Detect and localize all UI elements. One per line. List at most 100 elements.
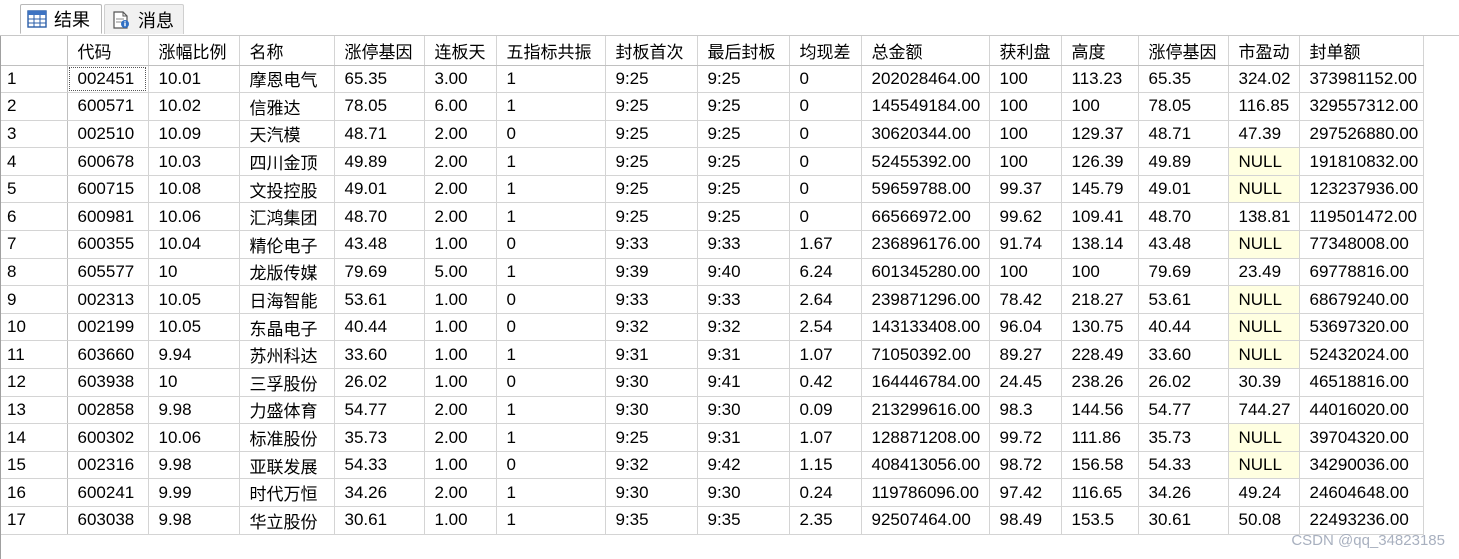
results-grid[interactable]: 代码 涨幅比例 名称 涨停基因 连板天 五指标共振 封板首次 最后封板 均现差 总金额 获利盘 高度涨…: [1, 36, 1424, 535]
grid-cell[interactable]: 9:25: [605, 423, 698, 452]
grid-cell[interactable]: 54.77: [1138, 396, 1229, 425]
grid-cell[interactable]: 605577: [67, 258, 149, 287]
row-number[interactable]: 5: [1, 175, 68, 204]
grid-cell[interactable]: 119786096.00: [861, 478, 990, 507]
grid-cell[interactable]: 002316: [67, 451, 149, 480]
table-row[interactable]: 11 603660 9.94 苏州科达 33.60 1.00 1 9:31 9:31 1.07 71…: [1, 340, 1424, 370]
table-row[interactable]: 6 600981 10.06 汇鸿集团 48.70 2.00 1 9:25 9:25 0 66566…: [1, 202, 1424, 232]
grid-cell[interactable]: 600355: [67, 230, 149, 259]
row-number[interactable]: 12: [1, 368, 68, 397]
grid-cell[interactable]: 002199: [67, 313, 149, 342]
grid-cell[interactable]: 亚联发展: [239, 451, 335, 480]
grid-cell[interactable]: 002510: [67, 120, 149, 149]
grid-cell[interactable]: NULL: [1228, 147, 1300, 176]
grid-cell[interactable]: NULL: [1228, 340, 1300, 370]
grid-cell[interactable]: 600715: [67, 175, 149, 204]
grid-cell[interactable]: 9.99: [148, 478, 240, 507]
grid-cell[interactable]: 109.41: [1061, 202, 1139, 232]
grid-cell[interactable]: 10: [148, 258, 240, 287]
grid-cell[interactable]: 9:31: [697, 340, 790, 370]
grid-cell[interactable]: 10.09: [148, 120, 240, 149]
grid-cell[interactable]: 47.39: [1228, 120, 1300, 149]
grid-cell[interactable]: 603660: [67, 340, 149, 370]
grid-cell[interactable]: 9:30: [697, 396, 790, 425]
grid-cell[interactable]: 9:30: [605, 368, 698, 397]
grid-cell[interactable]: 39704320.00: [1299, 423, 1424, 452]
grid-cell[interactable]: 24604648.00: [1299, 478, 1424, 507]
grid-cell[interactable]: 摩恩电气: [239, 65, 335, 94]
grid-cell[interactable]: 138.14: [1061, 230, 1139, 259]
grid-cell[interactable]: 0: [496, 285, 606, 314]
grid-cell[interactable]: 44016020.00: [1299, 396, 1424, 425]
grid-cell[interactable]: 10.05: [148, 313, 240, 342]
grid-cell[interactable]: 1.00: [424, 451, 497, 480]
table-row[interactable]: 3 002510 10.09 天汽模 48.71 2.00 0 9:25 9:25 0 306203…: [1, 120, 1424, 149]
table-row[interactable]: 7 600355 10.04 精伦电子 43.48 1.00 0 9:33 9:33 1.67 23…: [1, 230, 1424, 259]
grid-cell[interactable]: 0: [789, 202, 862, 232]
grid-cell[interactable]: 2.00: [424, 423, 497, 452]
grid-cell[interactable]: 144.56: [1061, 396, 1139, 425]
grid-cell[interactable]: 324.02: [1228, 65, 1300, 94]
grid-cell[interactable]: 9.98: [148, 506, 240, 535]
grid-cell[interactable]: 1: [496, 423, 606, 452]
grid-cell[interactable]: 373981152.00: [1299, 65, 1424, 94]
column-header[interactable]: 最后封板: [697, 36, 790, 66]
grid-cell[interactable]: 202028464.00: [861, 65, 990, 94]
grid-cell[interactable]: 0: [496, 451, 606, 480]
grid-cell[interactable]: 6.24: [789, 258, 862, 287]
grid-cell[interactable]: 65.35: [334, 65, 425, 94]
grid-cell[interactable]: 92507464.00: [861, 506, 990, 535]
row-number[interactable]: 3: [1, 120, 68, 149]
grid-cell[interactable]: 9:25: [697, 92, 790, 121]
grid-cell[interactable]: 33.60: [1138, 340, 1229, 370]
grid-cell[interactable]: 2.00: [424, 396, 497, 425]
grid-cell[interactable]: 98.49: [989, 506, 1062, 535]
grid-cell[interactable]: 9:33: [697, 230, 790, 259]
grid-cell[interactable]: 100: [989, 258, 1062, 287]
grid-cell[interactable]: 9.94: [148, 340, 240, 370]
grid-cell[interactable]: 10: [148, 368, 240, 397]
grid-cell[interactable]: 9:31: [605, 340, 698, 370]
grid-cell[interactable]: 116.65: [1061, 478, 1139, 507]
grid-cell[interactable]: 100: [989, 65, 1062, 94]
grid-cell[interactable]: 0.09: [789, 396, 862, 425]
grid-cell[interactable]: 0.24: [789, 478, 862, 507]
column-header[interactable]: 封板首次: [605, 36, 698, 66]
grid-cell[interactable]: 1: [496, 65, 606, 94]
grid-cell[interactable]: 2.00: [424, 175, 497, 204]
grid-cell[interactable]: 1.00: [424, 313, 497, 342]
grid-cell[interactable]: 43.48: [334, 230, 425, 259]
grid-cell[interactable]: 9:25: [605, 120, 698, 149]
grid-cell[interactable]: 600678: [67, 147, 149, 176]
grid-cell[interactable]: 50.08: [1228, 506, 1300, 535]
grid-cell[interactable]: 9:25: [605, 92, 698, 121]
grid-cell[interactable]: 69778816.00: [1299, 258, 1424, 287]
grid-cell[interactable]: NULL: [1228, 451, 1300, 480]
grid-cell[interactable]: 603938: [67, 368, 149, 397]
grid-cell[interactable]: 48.71: [1138, 120, 1229, 149]
tab-messages[interactable]: 消息: [104, 4, 184, 34]
grid-cell[interactable]: 2.00: [424, 147, 497, 176]
grid-cell[interactable]: 53697320.00: [1299, 313, 1424, 342]
table-row[interactable]: 12 603938 10 三孚股份 26.02 1.00 0 9:30 9:41 0.42 1644…: [1, 368, 1424, 397]
grid-cell[interactable]: 30.61: [334, 506, 425, 535]
grid-cell[interactable]: 600981: [67, 202, 149, 232]
grid-cell[interactable]: 100: [1061, 92, 1139, 121]
grid-cell[interactable]: 603038: [67, 506, 149, 535]
grid-cell[interactable]: 1: [496, 175, 606, 204]
grid-cell[interactable]: 0: [496, 313, 606, 342]
grid-cell[interactable]: 9:35: [605, 506, 698, 535]
grid-cell[interactable]: 123237936.00: [1299, 175, 1424, 204]
grid-cell[interactable]: 四川金顶: [239, 147, 335, 176]
grid-cell[interactable]: 10.03: [148, 147, 240, 176]
grid-cell[interactable]: 精伦电子: [239, 230, 335, 259]
grid-cell[interactable]: 329557312.00: [1299, 92, 1424, 121]
grid-cell[interactable]: 49.01: [334, 175, 425, 204]
grid-cell[interactable]: 10.08: [148, 175, 240, 204]
grid-cell[interactable]: 26.02: [1138, 368, 1229, 397]
grid-cell[interactable]: 600571: [67, 92, 149, 121]
grid-cell[interactable]: 9:30: [605, 478, 698, 507]
grid-cell[interactable]: 34.26: [1138, 478, 1229, 507]
grid-cell[interactable]: 9:25: [697, 202, 790, 232]
grid-cell[interactable]: 1: [496, 340, 606, 370]
